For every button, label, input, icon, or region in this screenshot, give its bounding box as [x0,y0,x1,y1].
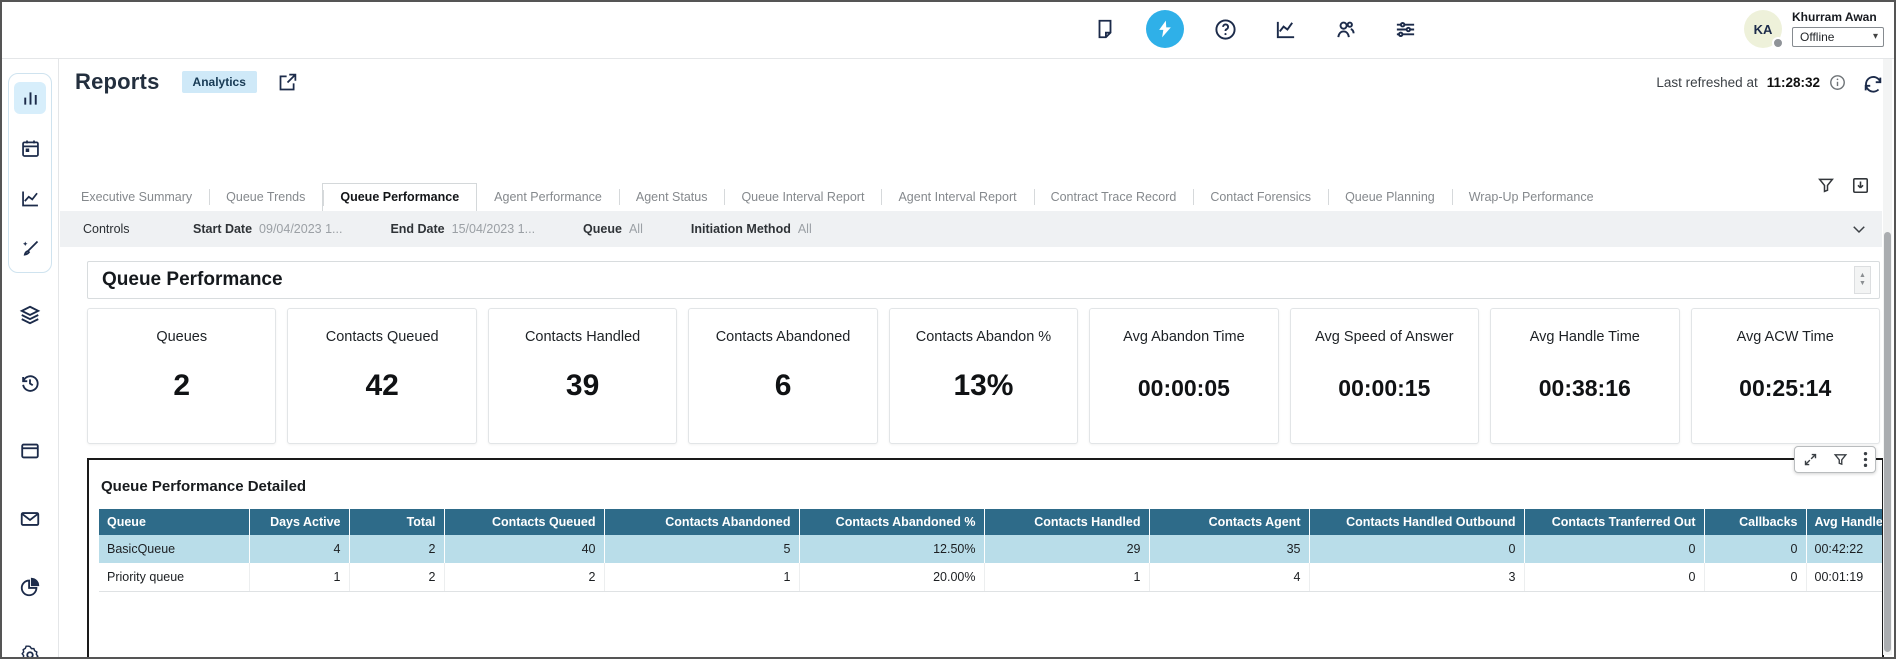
help-icon[interactable] [1206,10,1244,48]
tab-agent-interval-report[interactable]: Agent Interval Report [881,183,1033,211]
col-callbacks[interactable]: Callbacks [1704,509,1806,535]
table-row-priority-queue[interactable]: Priority queue 1 2 2 1 20.00% 1 4 3 0 0 … [99,563,1882,592]
stepper-up-icon: ▲ [1859,272,1866,280]
info-icon[interactable] [1829,74,1846,91]
detailed-table-wrap[interactable]: Queue Days Active Total Contacts Queued … [99,509,1882,592]
status-value: Offline [1800,30,1834,44]
controls-collapse-chevron-icon[interactable] [1850,220,1868,238]
analytics-badge: Analytics [182,71,257,93]
last-refreshed: Last refreshed at 11:28:32 [1656,74,1880,91]
app-window: KA Khurram Awan Offline ▾ [0,0,1896,659]
user-block: KA Khurram Awan Offline ▾ [1744,10,1884,48]
col-contacts-handled[interactable]: Contacts Handled [984,509,1149,535]
settings-sliders-icon[interactable] [1386,10,1424,48]
queue-performance-detailed-panel: Queue Performance Detailed Queue Days Ac… [87,458,1884,659]
col-contacts-queued[interactable]: Contacts Queued [444,509,604,535]
sidebar-item-trends[interactable] [14,182,46,214]
sidebar-item-calendar[interactable] [14,132,46,164]
scrollbar-thumb[interactable] [1884,232,1891,652]
last-refreshed-label: Last refreshed at [1656,75,1757,90]
tab-queue-performance[interactable]: Queue Performance [322,183,477,211]
sidebar-item-settings[interactable] [14,639,46,659]
tab-queue-trends[interactable]: Queue Trends [209,183,322,211]
vertical-scrollbar[interactable] [1883,59,1892,655]
col-queue[interactable]: Queue [99,509,249,535]
queue-performance-section: Queue Performance ▲▼ [87,261,1880,299]
start-date-filter[interactable]: Start Date 09/04/2023 1... [193,222,342,236]
card-contacts-abandoned: Contacts Abandoned 6 [688,308,877,444]
tab-executive-summary[interactable]: Executive Summary [64,183,209,211]
users-icon[interactable] [1326,10,1364,48]
controls-label: Controls [83,222,193,236]
queue-filter[interactable]: Queue All [583,222,643,236]
col-contacts-agent[interactable]: Contacts Agent [1149,509,1309,535]
avatar-initials: KA [1754,22,1773,37]
section-title: Queue Performance [102,269,283,291]
sidebar-item-layers[interactable] [14,299,46,331]
table-header-row: Queue Days Active Total Contacts Queued … [99,509,1882,535]
tab-contact-forensics[interactable]: Contact Forensics [1193,183,1328,211]
card-contacts-abandon-pct: Contacts Abandon % 13% [889,308,1078,444]
card-avg-abandon-time: Avg Abandon Time 00:00:05 [1089,308,1278,444]
sidebar [2,59,59,659]
controls-bar: Controls Start Date 09/04/2023 1... End … [60,211,1882,247]
sidebar-analytics-group [8,73,52,273]
report-tabs: Executive Summary Queue Trends Queue Per… [64,183,1874,211]
card-queues: Queues 2 [87,308,276,444]
col-contacts-handled-outbound[interactable]: Contacts Handled Outbound [1309,509,1524,535]
tab-queue-planning[interactable]: Queue Planning [1328,183,1452,211]
tab-agent-performance[interactable]: Agent Performance [477,183,619,211]
card-avg-handle-time: Avg Handle Time 00:38:16 [1490,308,1679,444]
initiation-method-filter[interactable]: Initiation Method All [691,222,812,236]
card-avg-acw-time: Avg ACW Time 00:25:14 [1691,308,1880,444]
tab-queue-interval-report[interactable]: Queue Interval Report [724,183,881,211]
status-select[interactable]: Offline ▾ [1792,27,1884,47]
open-external-icon[interactable] [277,72,298,93]
sidebar-item-pie-chart[interactable] [14,571,46,603]
queue-performance-detailed-table: Queue Days Active Total Contacts Queued … [99,509,1882,592]
topbar: KA Khurram Awan Offline ▾ [2,2,1894,59]
stepper-down-icon: ▼ [1859,280,1866,288]
card-contacts-handled: Contacts Handled 39 [488,308,677,444]
col-contacts-abandoned[interactable]: Contacts Abandoned [604,509,799,535]
kebab-menu-icon[interactable] [1863,451,1868,468]
end-date-filter[interactable]: End Date 15/04/2023 1... [390,222,535,236]
expand-icon[interactable] [1803,452,1818,467]
col-contacts-tranferred-out[interactable]: Contacts Tranferred Out [1524,509,1704,535]
tab-wrap-up-performance[interactable]: Wrap-Up Performance [1452,183,1611,211]
user-name: Khurram Awan [1792,10,1877,24]
quick-actions-icon[interactable] [1146,10,1184,48]
tab-agent-status[interactable]: Agent Status [619,183,725,211]
detailed-table-title: Queue Performance Detailed [101,478,1882,495]
avatar[interactable]: KA [1744,10,1782,48]
notes-icon[interactable] [1086,10,1124,48]
panel-toolbar [1794,446,1876,473]
chevron-down-icon: ▾ [1873,31,1878,42]
metrics-icon[interactable] [1266,10,1304,48]
col-days-active[interactable]: Days Active [249,509,349,535]
col-contacts-abandoned-pct[interactable]: Contacts Abandoned % [799,509,984,535]
col-avg-handle[interactable]: Avg Handle Time [1806,509,1882,535]
last-refreshed-time: 11:28:32 [1767,75,1820,90]
sidebar-item-mail[interactable] [14,503,46,535]
status-dot [1772,37,1784,49]
card-contacts-queued: Contacts Queued 42 [287,308,476,444]
col-total[interactable]: Total [349,509,444,535]
sidebar-item-designer[interactable] [14,232,46,264]
sidebar-item-reports[interactable] [14,82,46,114]
section-stepper[interactable]: ▲▼ [1854,266,1871,294]
metric-cards: Queues 2 Contacts Queued 42 Contacts Han… [87,308,1880,444]
table-row-basicqueue[interactable]: BasicQueue 4 2 40 5 12.50% 29 35 0 0 0 0… [99,535,1882,563]
topbar-icons [1086,10,1424,48]
sidebar-item-window[interactable] [14,435,46,467]
table-filter-icon[interactable] [1833,452,1848,467]
page-header: Reports Analytics Last refreshed at 11:2… [75,64,1880,100]
tab-contract-trace-record[interactable]: Contract Trace Record [1034,183,1194,211]
page-title: Reports [75,69,160,95]
sidebar-item-history[interactable] [14,367,46,399]
card-avg-speed-of-answer: Avg Speed of Answer 00:00:15 [1290,308,1479,444]
refresh-icon[interactable] [1862,73,1884,95]
